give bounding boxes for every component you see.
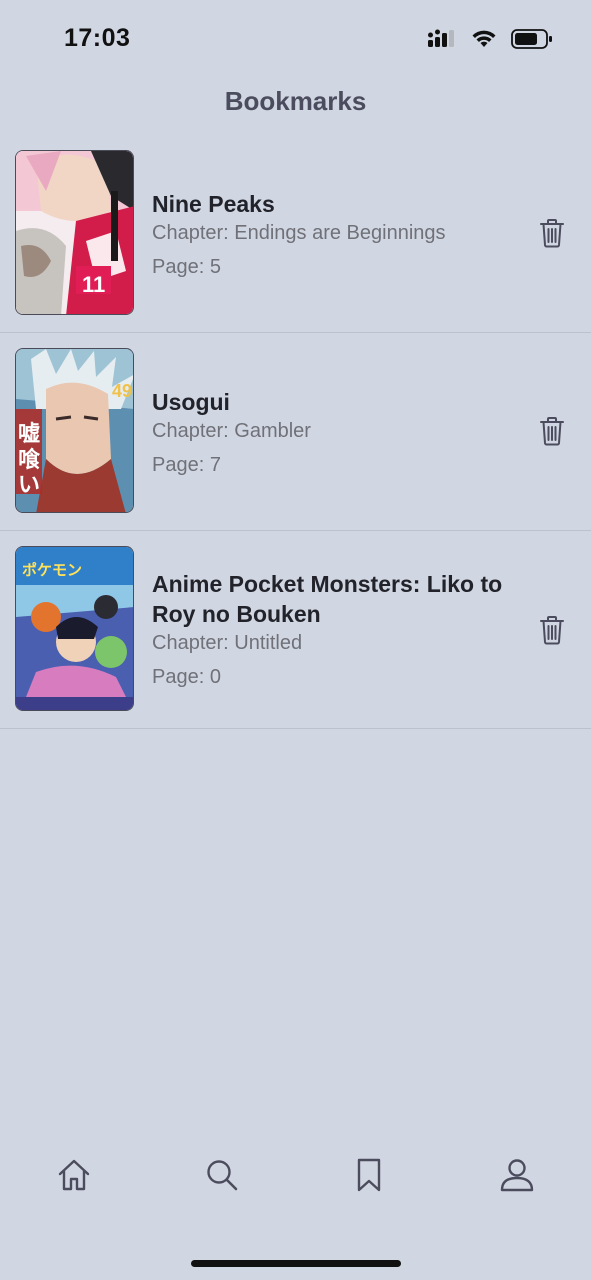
tab-profile[interactable] <box>497 1155 537 1195</box>
battery-icon <box>511 29 552 49</box>
svg-text:嘘: 嘘 <box>18 422 40 447</box>
svg-text:49: 49 <box>112 381 132 401</box>
bookmark-item[interactable]: 嘘 喰 い 49 Usogui Chapter: Gambler Page: 7 <box>0 333 591 531</box>
bookmark-info: Nine Peaks Chapter: Endings are Beginnin… <box>152 190 512 281</box>
status-time: 17:03 <box>64 24 131 52</box>
bookmark-info: Anime Pocket Monsters: Liko to Roy no Bo… <box>152 569 512 691</box>
tab-bookmarks[interactable] <box>349 1155 389 1195</box>
status-bar: 17:03 <box>0 0 591 80</box>
tab-bar <box>0 1155 591 1205</box>
manga-title: Usogui <box>152 389 230 415</box>
manga-title: Nine Peaks <box>152 191 275 217</box>
profile-icon <box>500 1159 534 1192</box>
trash-icon[interactable] <box>539 615 565 645</box>
svg-text:い: い <box>18 473 40 498</box>
trash-icon[interactable] <box>539 416 565 446</box>
svg-text:11: 11 <box>82 272 105 297</box>
signal-icon <box>428 29 454 47</box>
search-icon <box>207 1160 238 1191</box>
manga-title: Anime Pocket Monsters: Liko to Roy no Bo… <box>152 571 503 627</box>
cover-image[interactable]: ポケモン <box>15 546 134 711</box>
bookmark-item[interactable]: 11 Nine Peaks Chapter: Endings are Begin… <box>0 135 591 333</box>
bookmark-item[interactable]: ポケモン Anime Pocket Monsters: Liko to Roy … <box>0 531 591 729</box>
home-indicator[interactable] <box>191 1260 401 1267</box>
trash-icon[interactable] <box>539 218 565 248</box>
bookmark-list: 11 Nine Peaks Chapter: Endings are Begin… <box>0 135 591 729</box>
bookmark-info: Usogui Chapter: Gambler Page: 7 <box>152 388 512 479</box>
page-label: Page: 7 <box>152 454 221 476</box>
svg-text:ポケモン: ポケモン <box>22 561 82 579</box>
cover-image[interactable]: 11 <box>15 150 134 315</box>
bookmark-icon <box>357 1158 381 1192</box>
chapter-label: Chapter: Untitled <box>152 632 303 654</box>
chapter-label: Chapter: Endings are Beginnings <box>152 222 446 244</box>
trash-icon[interactable] <box>539 1012 565 1042</box>
status-icons <box>427 28 553 50</box>
page-label: Page: 0 <box>152 666 221 688</box>
cover-image[interactable]: 嘘 喰 い 49 <box>15 348 134 513</box>
tab-search[interactable] <box>202 1155 242 1195</box>
svg-text:喰: 喰 <box>18 447 40 473</box>
wifi-icon <box>472 30 496 47</box>
page-label: Page: 5 <box>152 256 221 278</box>
chapter-label: Chapter: Gambler <box>152 420 311 442</box>
home-icon <box>58 1159 90 1191</box>
page-title: Bookmarks <box>224 86 367 116</box>
tab-home[interactable] <box>54 1155 94 1195</box>
